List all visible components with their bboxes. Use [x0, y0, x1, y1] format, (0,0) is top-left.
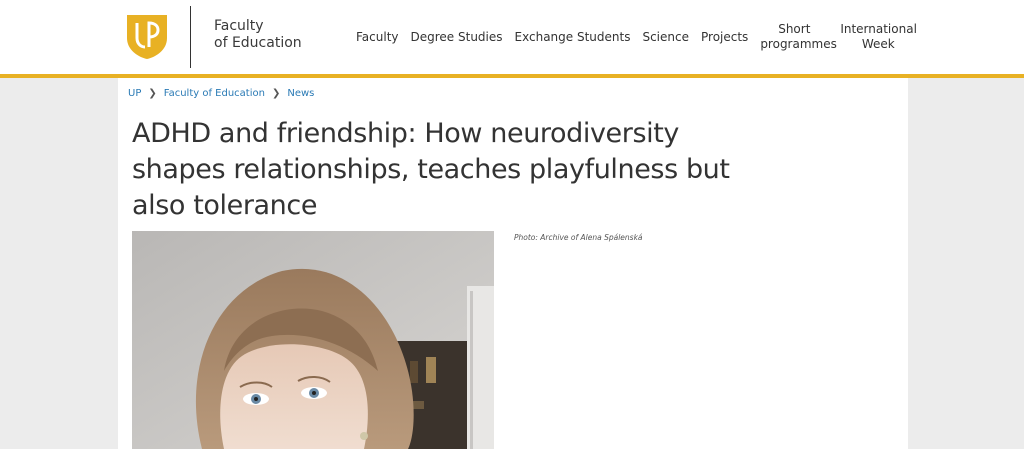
nav-item-international-week[interactable]: International Week — [834, 22, 922, 52]
photo-caption: Photo: Archive of Alena Spálenská — [514, 233, 643, 242]
nav-item-exchange-students[interactable]: Exchange Students — [509, 30, 637, 45]
breadcrumb-news[interactable]: News — [287, 88, 314, 99]
breadcrumb-up[interactable]: UP — [128, 88, 141, 99]
chevron-right-icon: ❯ — [148, 87, 157, 99]
logo-divider — [190, 6, 191, 68]
article-title: ADHD and friendship: How neurodiversity … — [132, 118, 730, 221]
nav-item-degree-studies[interactable]: Degree Studies — [405, 30, 509, 45]
faculty-name-line1: Faculty — [214, 18, 264, 34]
article-photo[interactable] — [132, 231, 494, 449]
nav-item-science[interactable]: Science — [636, 30, 695, 45]
nav-item-faculty[interactable]: Faculty — [350, 30, 405, 45]
faculty-name-link[interactable]: Faculty of Education — [214, 18, 302, 52]
breadcrumb: UP ❯ Faculty of Education ❯ News — [128, 86, 314, 100]
site-header: Faculty of Education Faculty Degree Stud… — [0, 0, 1024, 74]
nav-item-short-programmes[interactable]: Short programmes — [754, 22, 837, 52]
nav-item-projects[interactable]: Projects — [695, 30, 754, 45]
article-content: UP ❯ Faculty of Education ❯ News ADHD an… — [118, 78, 908, 449]
main-nav: Faculty Degree Studies Exchange Students… — [350, 20, 922, 54]
chevron-right-icon: ❯ — [271, 87, 281, 99]
faculty-name-line2: of Education — [214, 35, 302, 51]
university-logo-icon[interactable] — [124, 12, 170, 60]
breadcrumb-faculty-of-education[interactable]: Faculty of Education — [164, 88, 265, 99]
